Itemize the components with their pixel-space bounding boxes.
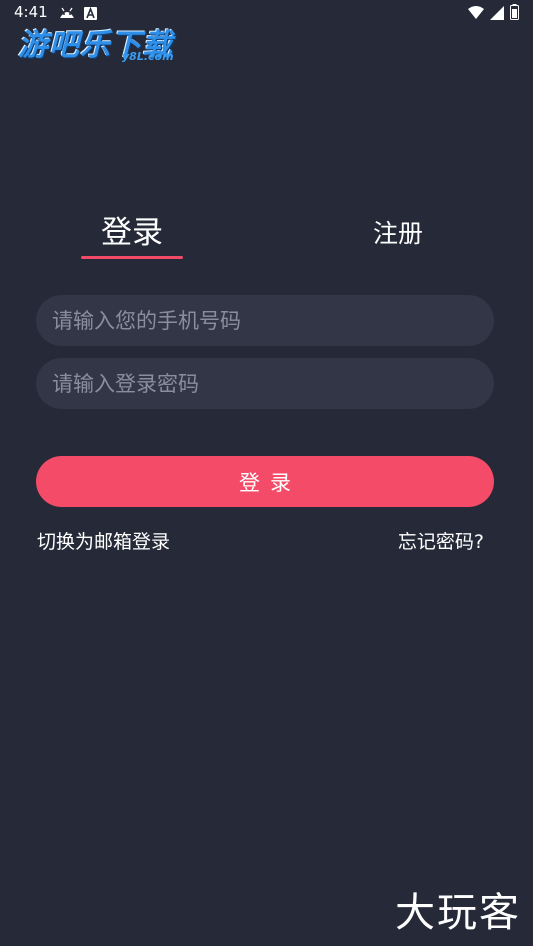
wifi-icon: [468, 5, 484, 24]
login-button[interactable]: 登录: [36, 456, 494, 507]
status-right-icons: [468, 4, 519, 24]
tab-register[interactable]: 注册: [350, 216, 446, 252]
status-time: 4:41: [14, 3, 48, 21]
logo-subtext: y8L.com: [122, 50, 174, 63]
bottom-watermark: 大玩客: [395, 890, 521, 936]
auth-tabs: 登录 注册: [0, 210, 533, 266]
battery-icon: [510, 4, 519, 24]
signal-icon: [490, 5, 504, 24]
forgot-password-link[interactable]: 忘记密码?: [398, 527, 484, 554]
site-logo-watermark: 游吧乐下载 y8L.com: [18, 20, 188, 68]
tab-login[interactable]: 登录: [81, 210, 183, 259]
switch-email-login-link[interactable]: 切换为邮箱登录: [37, 527, 170, 554]
tab-login-label: 登录: [101, 215, 163, 251]
phone-input[interactable]: [36, 295, 494, 346]
tab-active-indicator: [81, 256, 183, 259]
password-input[interactable]: [36, 358, 494, 409]
